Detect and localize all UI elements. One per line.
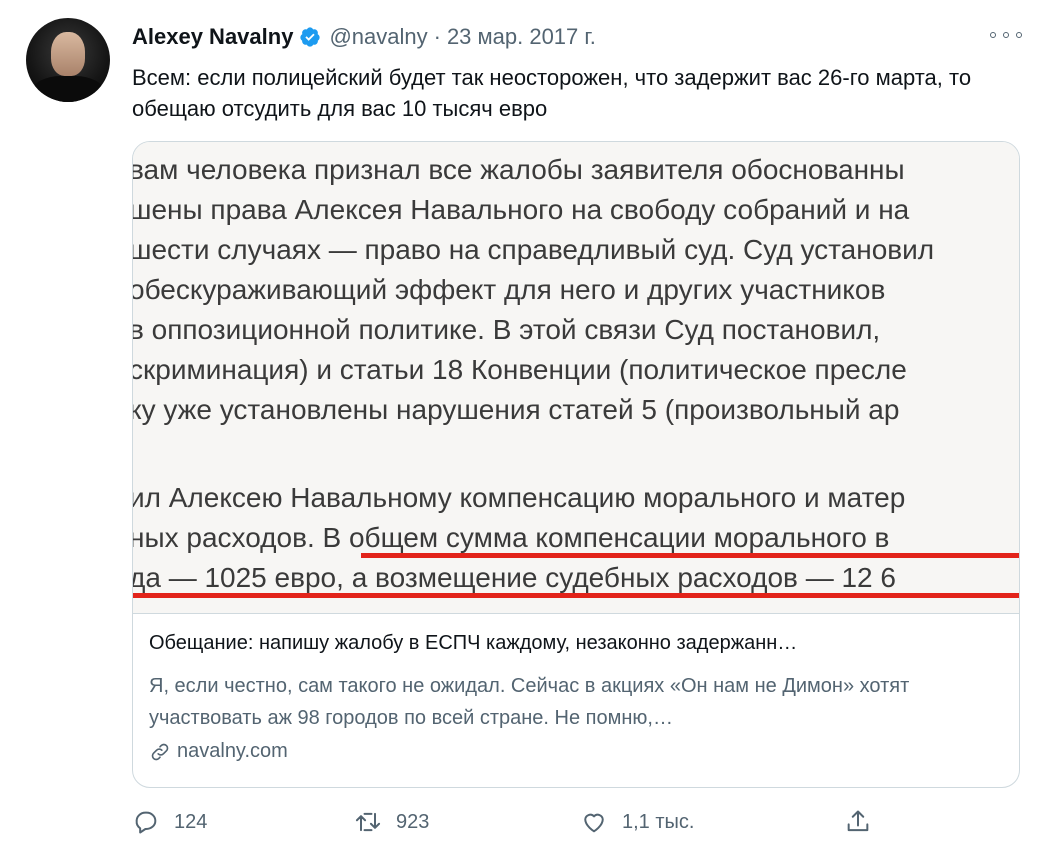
image-text-line: ных расходов. В общем сумма компенсации … [133, 522, 890, 553]
image-text-line: шести случаях — право на справедливый су… [133, 234, 935, 265]
author-name[interactable]: Alexey Navalny [132, 24, 293, 50]
reply-count: 124 [174, 810, 208, 833]
verified-badge-icon [299, 26, 321, 48]
separator-dot: · [433, 24, 441, 49]
image-text-line: скриминация) и статьи 18 Конвенции (поли… [133, 354, 907, 385]
link-card[interactable]: вам человека признал все жалобы заявител… [132, 141, 1020, 788]
share-icon [847, 810, 869, 832]
retweet-button[interactable]: 923 [354, 808, 429, 836]
share-button[interactable] [844, 808, 872, 836]
like-button[interactable]: 1,1 тыс. [580, 808, 694, 836]
card-description: Я, если честно, сам такого не ожидал. Се… [149, 675, 910, 729]
card-title: Обещание: напишу жалобу в ЕСПЧ каждому, … [149, 632, 798, 654]
card-image: вам человека признал все жалобы заявител… [133, 142, 1019, 614]
red-underline [133, 593, 1019, 598]
image-text-line: да — 1025 евро, а возмещение судебных ра… [133, 562, 896, 593]
action-bar: 124 923 1,1 тыс. [132, 808, 1012, 842]
retweet-count: 923 [396, 810, 430, 833]
tweet-header: Alexey Navalny @navalny · 23 мар. 2017 г… [132, 22, 596, 52]
retweet-icon [355, 812, 381, 832]
image-text-line: в оппозиционной политике. В этой связи С… [133, 314, 881, 345]
image-text-line: обескураживающий эффект для него и други… [133, 274, 886, 305]
red-underline [361, 553, 1019, 558]
like-icon [584, 813, 604, 833]
tweet-date[interactable]: 23 мар. 2017 г. [447, 24, 596, 50]
avatar-face [51, 32, 85, 76]
image-text-line: шены права Алексея Навального на свободу… [133, 194, 910, 225]
more-options-icon[interactable] [990, 26, 1022, 44]
author-avatar[interactable] [26, 18, 110, 102]
reply-button[interactable]: 124 [132, 808, 207, 836]
tweet-text: Всем: если полицейский будет так неостор… [132, 65, 972, 121]
reply-icon [135, 811, 157, 834]
card-domain: navalny.com [149, 740, 288, 763]
link-icon [151, 743, 169, 760]
like-count: 1,1 тыс. [622, 810, 695, 833]
avatar-shoulders [32, 76, 104, 102]
image-text-line: ил Алексею Навальному компенсацию мораль… [133, 482, 906, 513]
card-domain-text: navalny.com [177, 740, 288, 762]
image-text-line: вам человека признал все жалобы заявител… [133, 154, 905, 185]
author-handle[interactable]: @navalny [329, 24, 427, 50]
image-text-line: ку уже установлены нарушения статей 5 (п… [133, 394, 900, 425]
